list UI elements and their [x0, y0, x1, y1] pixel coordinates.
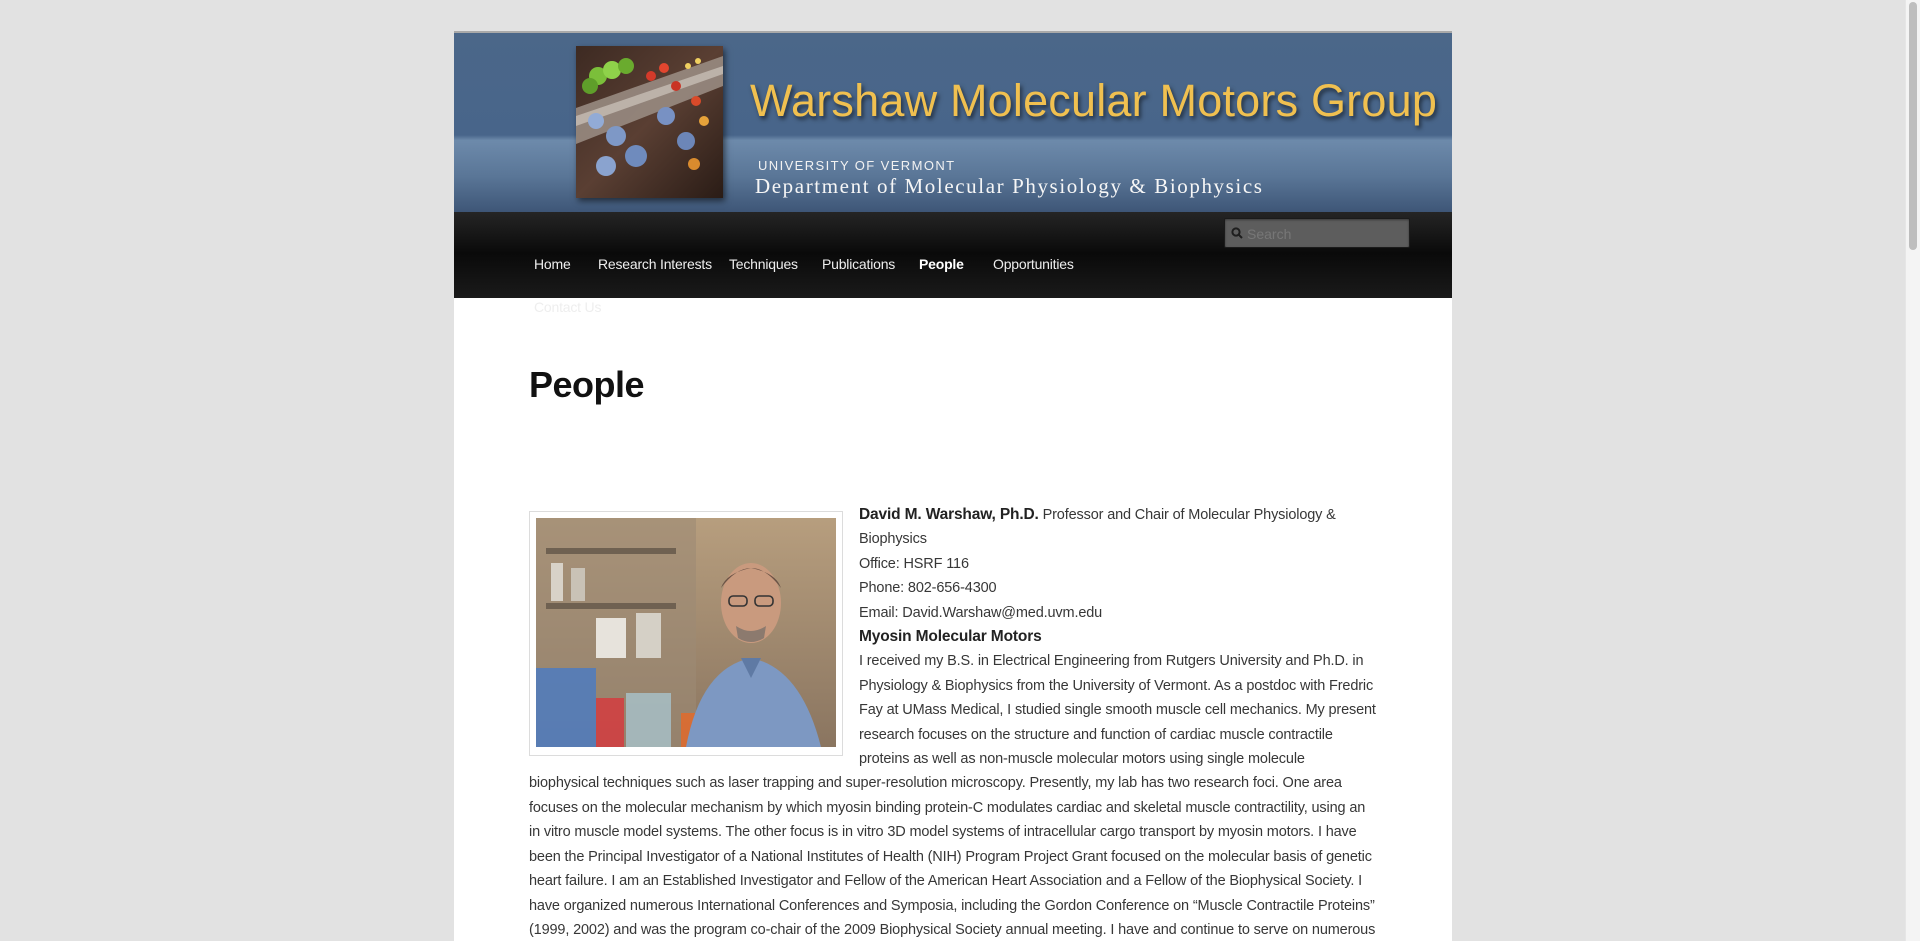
nav-item-contact-us[interactable]: Contact Us [534, 299, 601, 315]
nav-item-techniques[interactable]: Techniques [729, 256, 798, 272]
logo-image[interactable] [576, 46, 723, 198]
person-name: David M. Warshaw, Ph.D. [859, 506, 1039, 523]
department-name: Department of Molecular Physiology & Bio… [755, 174, 1264, 198]
nav-item-research-interests[interactable]: Research Interests [598, 256, 712, 272]
scrollbar-thumb[interactable] [1909, 2, 1917, 250]
person-email[interactable]: Email: David.Warshaw@med.uvm.edu [859, 605, 1102, 621]
page-scrollbar[interactable] [1905, 0, 1920, 941]
site-header: Warshaw Molecular Motors Group UNIVERSIT… [454, 33, 1452, 212]
search-input[interactable] [1245, 219, 1409, 249]
site-title[interactable]: Warshaw Molecular Motors Group [750, 75, 1437, 127]
research-heading: Myosin Molecular Motors [859, 628, 1042, 646]
person-bio: David M. Warshaw, Ph.D. Professor and Ch… [529, 503, 1377, 941]
nav-item-people[interactable]: People [919, 256, 964, 272]
person-phone: Phone: 802-656-4300 [859, 580, 997, 597]
person-office: Office: HSRF 116 [859, 555, 969, 572]
page-title: People [529, 364, 645, 405]
search-icon [1231, 227, 1243, 239]
page-wrapper: Warshaw Molecular Motors Group UNIVERSIT… [454, 31, 1452, 941]
university-name: UNIVERSITY OF VERMONT [758, 158, 956, 173]
nav-item-publications[interactable]: Publications [822, 256, 895, 272]
search-box [1224, 218, 1410, 249]
nav-item-opportunities[interactable]: Opportunities [993, 256, 1074, 272]
nav-item-home[interactable]: Home [534, 256, 571, 272]
